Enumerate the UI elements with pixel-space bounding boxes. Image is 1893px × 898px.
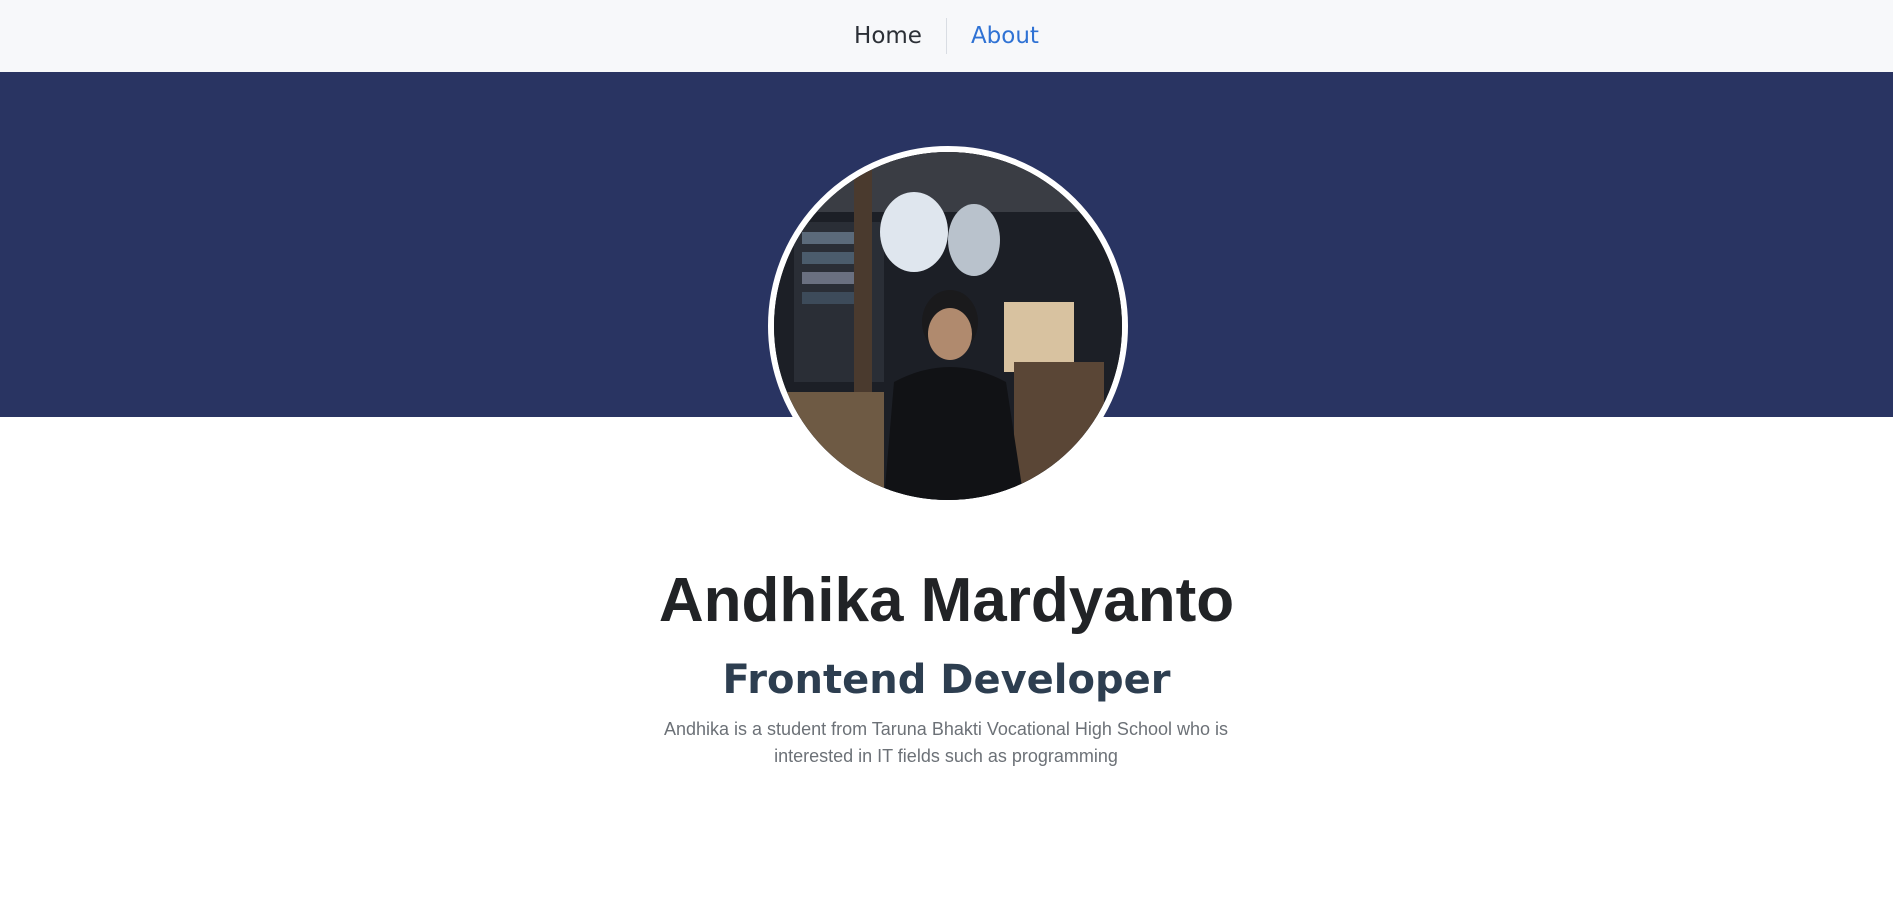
profile-role: Frontend Developer <box>722 657 1171 703</box>
top-navbar: Home About <box>0 0 1893 72</box>
profile-avatar <box>768 146 1128 506</box>
nav-link-about[interactable]: About <box>947 18 1063 54</box>
profile-bio: Andhika is a student from Taruna Bhakti … <box>664 719 1228 766</box>
profile-name: Andhika Mardyanto <box>658 566 1235 635</box>
nav-link-home[interactable]: Home <box>830 18 946 54</box>
profile-photo <box>774 152 1122 500</box>
